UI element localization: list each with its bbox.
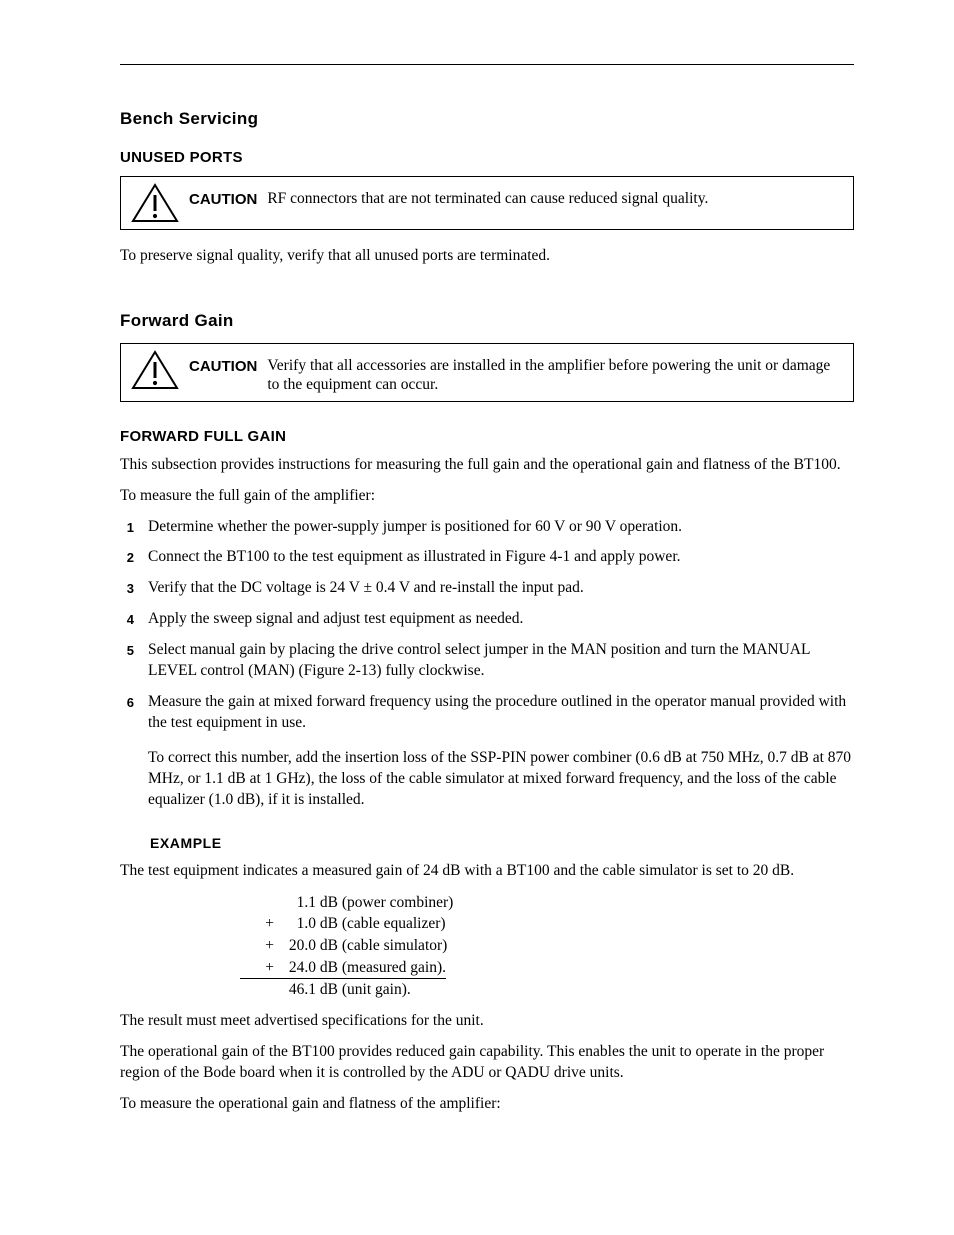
calc-line: +24.0 dB (measured gain). [240,957,854,980]
step-number: 3 [120,578,134,599]
caution-body-text: Verify that all accessories are installe… [267,350,843,395]
calc-block: 1.1 dB (power combiner) +1.0 dB (cable e… [240,892,854,1001]
caution-icon [131,350,179,390]
op-gain-para: The operational gain of the BT100 provid… [120,1042,854,1084]
caution-body-text: RF connectors that are not terminated ca… [267,183,843,208]
step-number: 6 [120,692,134,811]
page: Bench Servicing UNUSED PORTS CAUTION RF … [0,0,954,1235]
forward-gain-lead-in: To measure the full gain of the amplifie… [120,486,854,507]
calc-val: 1.0 dB [278,913,338,935]
calc-label: (cable simulator) [342,937,447,954]
unused-ports-body: To preserve signal quality, verify that … [120,246,854,267]
calc-line: +1.0 dB (cable equalizer) [240,913,854,935]
step-text: Connect the BT100 to the test equipment … [148,547,854,568]
caution-label: CAUTION [189,183,257,208]
step-item: 1 Determine whether the power-supply jum… [120,517,854,538]
step-text: Verify that the DC voltage is 24 V ± 0.4… [148,578,854,599]
step6-extra: To correct this number, add the insertio… [148,748,854,811]
calc-val: 46.1 dB [278,979,338,1001]
step-number: 2 [120,547,134,568]
calc-val: 1.1 dB [278,892,338,914]
heading-forward-gain: Forward Gain [120,311,854,331]
calc-line: 46.1 dB (unit gain). [240,979,854,1001]
caution-box-forward-gain: CAUTION Verify that all accessories are … [120,343,854,402]
top-rule [120,64,854,65]
calc-label: (cable equalizer) [342,915,446,932]
post-calc: The result must meet advertised specific… [120,1011,854,1032]
calc-label: (power combiner) [342,894,453,911]
heading-bench-servicing: Bench Servicing [120,109,854,129]
step-item: 6 Measure the gain at mixed forward freq… [120,692,854,811]
calc-label: (unit gain). [342,981,411,998]
forward-gain-intro: This subsection provides instructions fo… [120,455,854,476]
step-text: Determine whether the power-supply jumpe… [148,517,854,538]
step-text: Apply the sweep signal and adjust test e… [148,609,854,630]
calc-line: 1.1 dB (power combiner) [240,892,854,914]
calc-line: +20.0 dB (cable simulator) [240,935,854,957]
steps-list: 1 Determine whether the power-supply jum… [120,517,854,811]
step-text: Measure the gain at mixed forward freque… [148,692,854,811]
calc-label: (measured gain). [342,959,446,976]
step-text: Select manual gain by placing the drive … [148,640,854,682]
caution-box-unused-ports: CAUTION RF connectors that are not termi… [120,176,854,230]
step-number: 5 [120,640,134,682]
heading-forward-full-gain: FORWARD FULL GAIN [120,428,854,445]
step-number: 4 [120,609,134,630]
caution-icon [131,183,179,223]
caution-label: CAUTION [189,350,257,375]
calc-val: 24.0 dB [278,957,338,979]
heading-unused-ports: UNUSED PORTS [120,149,854,166]
step-item: 3 Verify that the DC voltage is 24 V ± 0… [120,578,854,599]
step-number: 1 [120,517,134,538]
step-item: 4 Apply the sweep signal and adjust test… [120,609,854,630]
calc-val: 20.0 dB [278,935,338,957]
heading-example: EXAMPLE [150,835,824,851]
step6-main: Measure the gain at mixed forward freque… [148,693,846,731]
step-item: 2 Connect the BT100 to the test equipmen… [120,547,854,568]
step-item: 5 Select manual gain by placing the driv… [120,640,854,682]
example-intro: The test equipment indicates a measured … [120,861,854,882]
op-gain-lead: To measure the operational gain and flat… [120,1094,854,1115]
